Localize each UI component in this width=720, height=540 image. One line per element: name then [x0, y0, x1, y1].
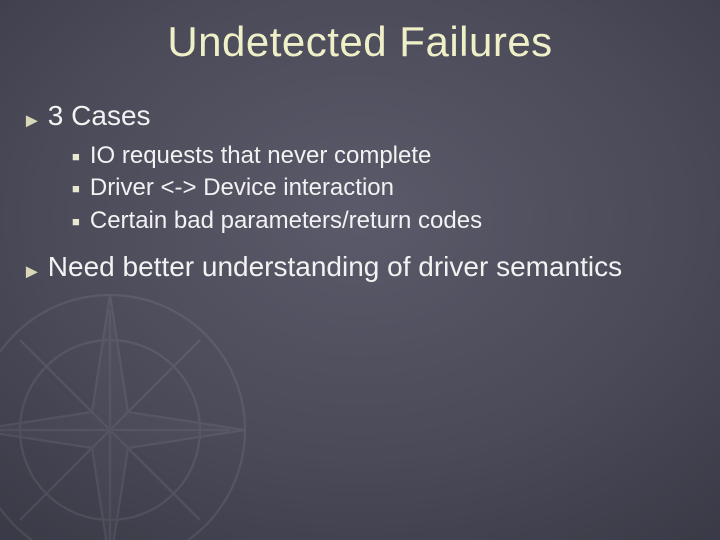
square-bullet-icon: ■ — [72, 150, 80, 163]
square-bullet-icon: ■ — [72, 182, 80, 195]
bullet-text: Certain bad parameters/return codes — [90, 206, 482, 235]
slide-title: Undetected Failures — [0, 18, 720, 66]
sub-bullets: ■ IO requests that never complete ■ Driv… — [72, 141, 690, 235]
bullet-level2: ■ Certain bad parameters/return codes — [72, 206, 690, 235]
bullet-level2: ■ Driver <-> Device interaction — [72, 173, 690, 202]
triangle-bullet-icon: ► — [22, 111, 42, 131]
bullet-text: Driver <-> Device interaction — [90, 173, 394, 202]
bullet-text: Need better understanding of driver sema… — [48, 249, 622, 284]
slide-body: ► 3 Cases ■ IO requests that never compl… — [22, 98, 690, 290]
compass-watermark — [0, 280, 260, 540]
slide: Undetected Failures ► 3 Cases ■ IO reque… — [0, 0, 720, 540]
bullet-text: IO requests that never complete — [90, 141, 432, 170]
square-bullet-icon: ■ — [72, 215, 80, 228]
triangle-bullet-icon: ► — [22, 262, 42, 282]
bullet-level1: ► Need better understanding of driver se… — [22, 249, 690, 284]
bullet-level1: ► 3 Cases — [22, 98, 690, 133]
bullet-level2: ■ IO requests that never complete — [72, 141, 690, 170]
bullet-text: 3 Cases — [48, 98, 151, 133]
